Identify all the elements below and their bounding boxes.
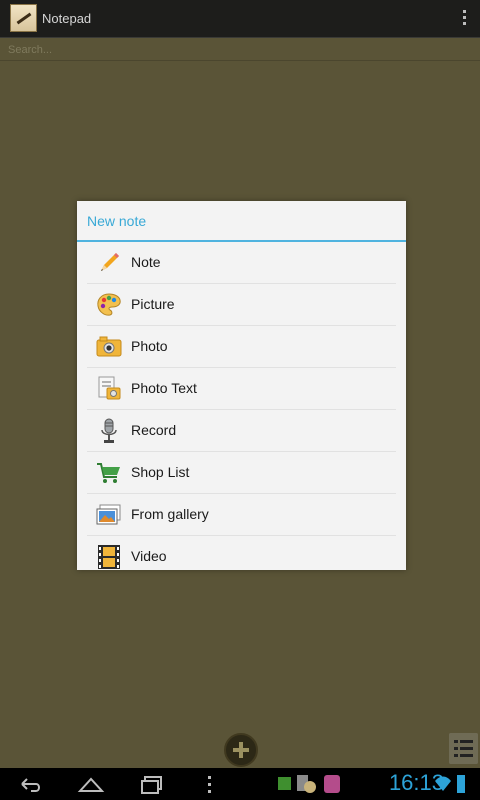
menu-item-label: Photo Text (131, 380, 197, 396)
menu-item-label: Video (131, 548, 167, 564)
search-input[interactable] (6, 41, 470, 59)
dialog-title: New note (77, 201, 406, 242)
photo-text-icon (98, 376, 121, 400)
add-note-button[interactable] (224, 733, 258, 767)
menu-item-label: Shop List (131, 464, 190, 480)
menu-item-shop-list[interactable]: Shop List (87, 452, 396, 494)
search-bar (0, 38, 480, 61)
menu-item-label: Photo (131, 338, 168, 354)
new-note-dialog: New note Note Picture Photo Photo Text R… (77, 201, 406, 570)
pencil-icon (101, 253, 119, 271)
menu-item-photo-text[interactable]: Photo Text (87, 368, 396, 410)
home-icon[interactable] (77, 773, 105, 795)
gallery-icon (96, 504, 121, 525)
menu-item-label: Note (131, 254, 161, 270)
film-icon (98, 545, 120, 569)
palette-icon (97, 293, 121, 316)
notepad-app-icon[interactable] (10, 4, 37, 32)
menu-item-record[interactable]: Record (87, 410, 396, 452)
menu-item-label: Picture (131, 296, 175, 312)
microphone-icon (101, 418, 117, 443)
camera-icon (96, 336, 122, 357)
menu-item-label: From gallery (131, 506, 209, 522)
menu-item-video[interactable]: Video (87, 536, 396, 577)
menu-dots-icon[interactable] (206, 773, 214, 795)
menu-item-picture[interactable]: Picture (87, 284, 396, 326)
notification-icons (278, 775, 340, 793)
back-icon[interactable] (16, 773, 44, 795)
menu-item-note[interactable]: Note (87, 242, 396, 284)
menu-item-from-gallery[interactable]: From gallery (87, 494, 396, 536)
wifi-icon (435, 776, 451, 791)
overflow-menu-icon[interactable] (463, 10, 467, 28)
list-view-icon[interactable] (449, 733, 478, 764)
recent-apps-icon[interactable] (138, 773, 166, 795)
system-nav-bar: 16:13 (0, 768, 480, 800)
cart-icon (97, 463, 120, 483)
action-bar: Notepad (0, 0, 480, 38)
menu-item-label: Record (131, 422, 177, 438)
menu-item-photo[interactable]: Photo (87, 326, 396, 368)
app-title: Notepad (42, 11, 92, 26)
battery-icon (457, 775, 465, 793)
